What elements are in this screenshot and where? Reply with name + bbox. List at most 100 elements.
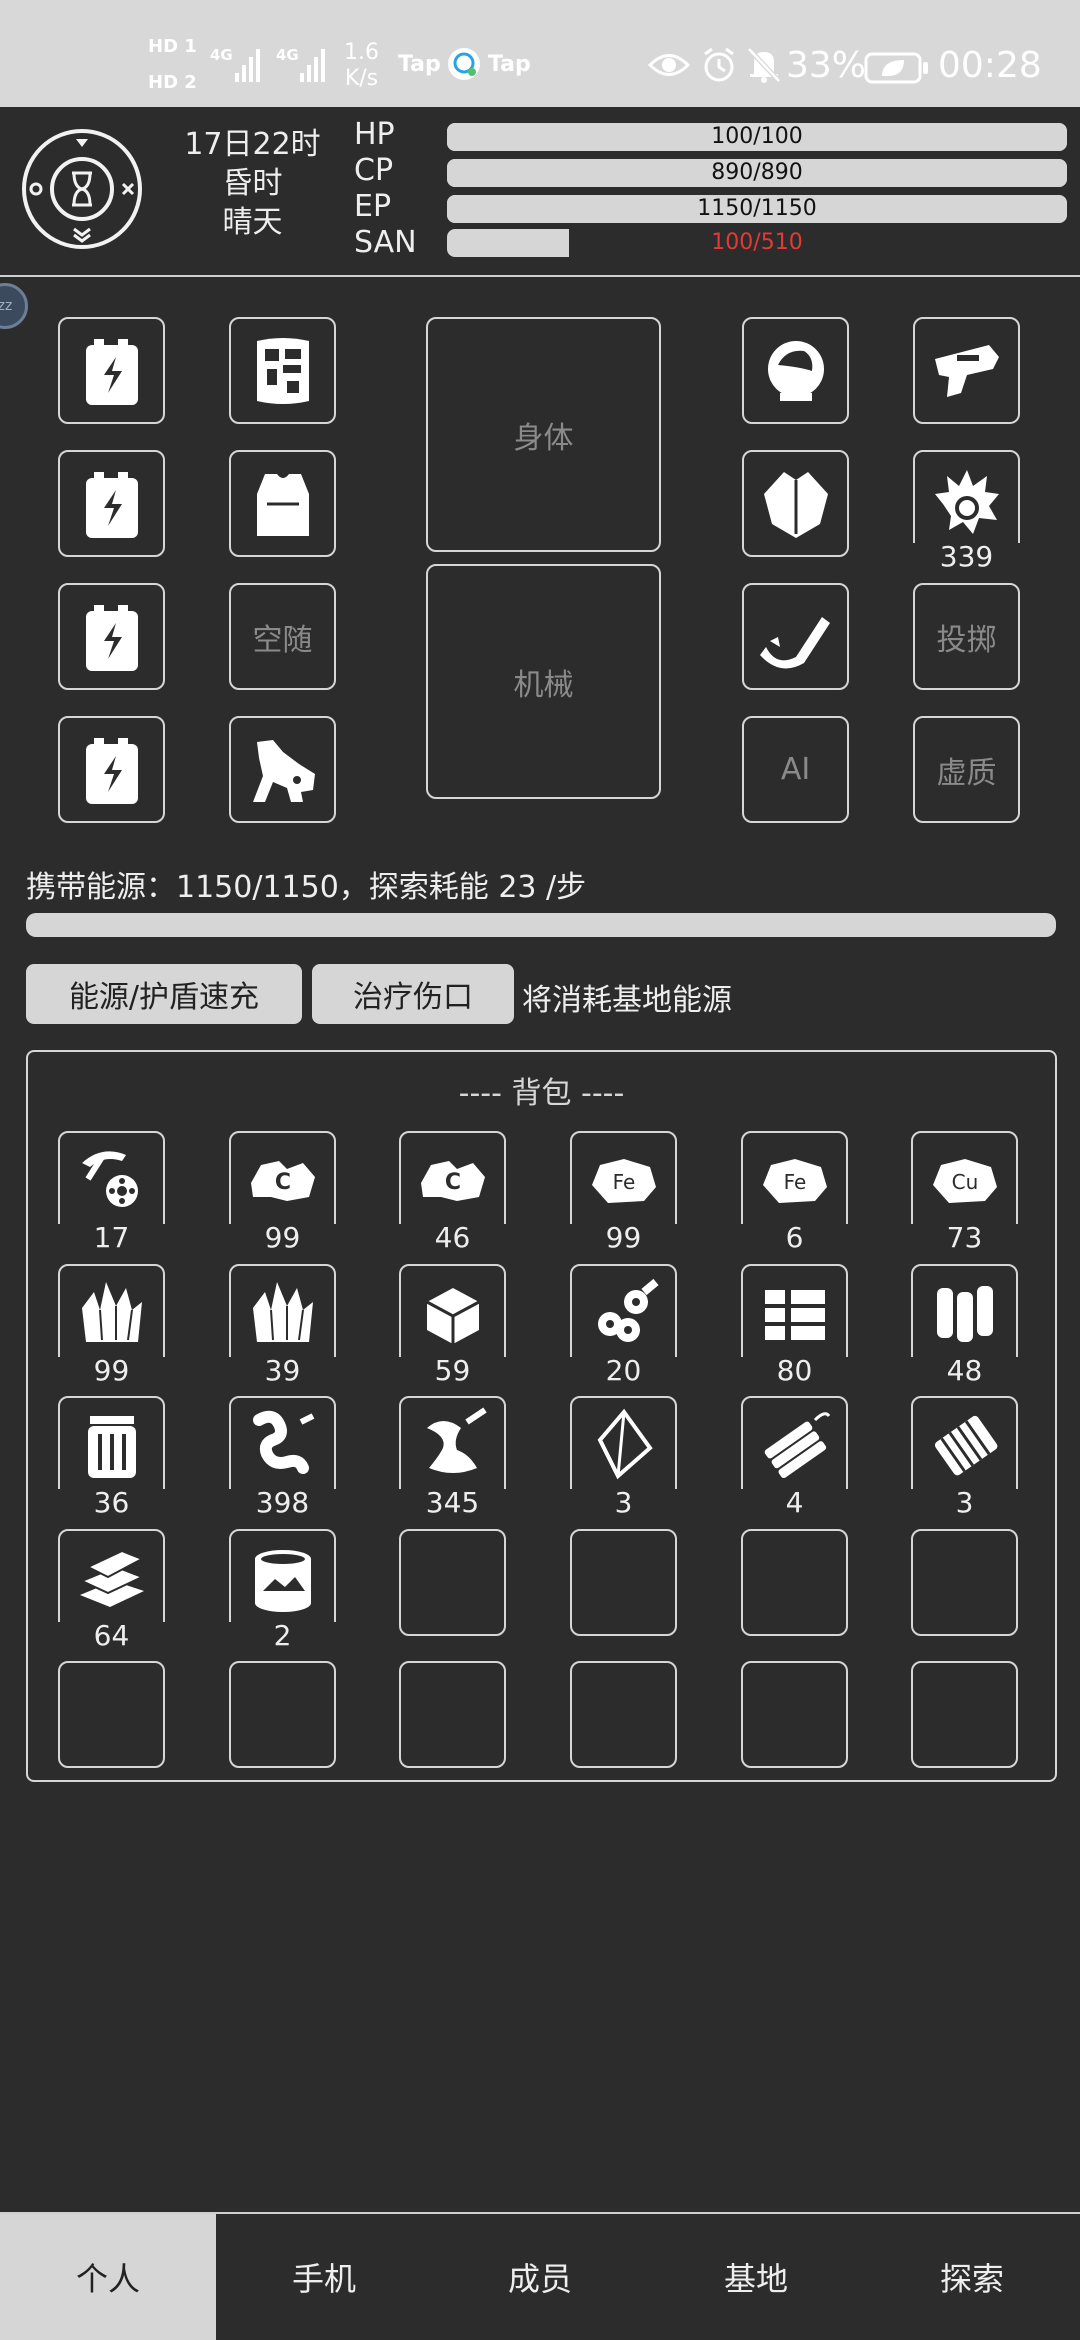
- battery-slot-3[interactable]: [58, 583, 165, 690]
- body-slot[interactable]: 身体: [426, 317, 661, 552]
- backpack-item-slot[interactable]: 2: [225, 1529, 340, 1650]
- backpack-item-slot[interactable]: 345: [395, 1396, 510, 1517]
- iron-ore-icon: Fe: [592, 1159, 656, 1203]
- tab-base[interactable]: 基地: [648, 2214, 864, 2340]
- chat-app-icon: [448, 48, 480, 80]
- hp-bar: 100/100: [447, 123, 1067, 151]
- backpack-empty-slot[interactable]: [911, 1529, 1018, 1636]
- item-count: 39: [225, 1357, 340, 1385]
- weather-label: 晴天: [222, 205, 283, 240]
- crystal-icon: [253, 1282, 313, 1342]
- heal-button[interactable]: 治疗伤口: [312, 964, 514, 1024]
- tap-app-label: Tap: [398, 52, 441, 77]
- backpack-item-slot[interactable]: Fe 99: [566, 1131, 681, 1252]
- backpack-empty-slot[interactable]: [229, 1661, 336, 1768]
- tap-app-label: Tap: [488, 52, 531, 77]
- backpack-item-slot[interactable]: 20: [566, 1264, 681, 1385]
- cp-bar: 890/890: [447, 159, 1067, 187]
- body-slot-label: 身体: [513, 420, 574, 456]
- backpack-item-slot[interactable]: 39: [225, 1264, 340, 1385]
- item-count: 48: [907, 1357, 1022, 1385]
- backpack-empty-slot[interactable]: [399, 1661, 506, 1768]
- backpack-item-slot[interactable]: C 99: [225, 1131, 340, 1252]
- backpack-item-slot[interactable]: 48: [907, 1264, 1022, 1385]
- backpack-slot[interactable]: [229, 450, 336, 557]
- san-label: SAN: [354, 225, 417, 260]
- tab-personal[interactable]: 个人: [0, 2214, 216, 2340]
- stat-labels: HP CP EP SAN: [354, 117, 417, 261]
- emblem-marks-icon: [29, 139, 135, 243]
- backpack-empty-slot[interactable]: [741, 1529, 848, 1636]
- floating-bubble[interactable]: zz: [0, 283, 28, 329]
- tab-phone[interactable]: 手机: [216, 2214, 432, 2340]
- backpack-item-slot[interactable]: 17: [54, 1131, 169, 1252]
- copper-ore-icon: Cu: [933, 1159, 997, 1203]
- san-value: 100/510: [711, 230, 803, 255]
- item-count: 4: [737, 1489, 852, 1517]
- item-count: 398: [225, 1489, 340, 1517]
- mechanical-slot[interactable]: 机械: [426, 564, 661, 799]
- void-slot[interactable]: 虚质: [913, 716, 1020, 823]
- belt-slot[interactable]: [742, 583, 849, 690]
- backpack-item-slot[interactable]: 99: [54, 1264, 169, 1385]
- backpack-empty-slot[interactable]: [741, 1661, 848, 1768]
- void-label: 虚质: [936, 755, 997, 791]
- throw-label: 投掷: [936, 622, 997, 658]
- backpack-empty-slot[interactable]: [570, 1529, 677, 1636]
- backpack-item-slot[interactable]: Fe 6: [737, 1131, 852, 1252]
- backpack-item-slot[interactable]: Cu 73: [907, 1131, 1022, 1252]
- backpack-empty-slot[interactable]: [399, 1529, 506, 1636]
- tab-explore[interactable]: 探索: [864, 2214, 1080, 2340]
- ai-slot[interactable]: AI: [742, 716, 849, 823]
- cost-note: 将消耗基地能源: [522, 983, 732, 1018]
- clock-time: 00:28: [938, 45, 1042, 86]
- backpack-item-slot[interactable]: 3: [907, 1396, 1022, 1517]
- backpack-item-slot[interactable]: 64: [54, 1529, 169, 1650]
- explosive-slot[interactable]: 339: [909, 450, 1024, 571]
- san-bar: 100/510: [447, 229, 1067, 257]
- hp-value: 100/100: [711, 124, 803, 149]
- throw-slot[interactable]: 投掷: [913, 583, 1020, 690]
- kongsui-slot[interactable]: 空随: [229, 583, 336, 690]
- backpack-item-slot[interactable]: 36: [54, 1396, 169, 1517]
- carbon-ore-icon: C: [251, 1161, 315, 1201]
- time-control-emblem[interactable]: [22, 129, 142, 249]
- signal-bars-icon: [235, 46, 260, 82]
- tab-members[interactable]: 成员: [432, 2214, 648, 2340]
- backpack-item-slot[interactable]: C 46: [395, 1131, 510, 1252]
- backpack-item-slot[interactable]: 3: [566, 1396, 681, 1517]
- companion-slot[interactable]: [229, 716, 336, 823]
- backpack-item-slot[interactable]: 80: [737, 1264, 852, 1385]
- backpack-item-slot[interactable]: 4: [737, 1396, 852, 1517]
- recharge-button[interactable]: 能源/护盾速充: [26, 964, 302, 1024]
- backpack-empty-slot[interactable]: [911, 1661, 1018, 1768]
- weapon-slot[interactable]: [913, 317, 1020, 424]
- energy-progress-bar: [26, 913, 1056, 937]
- ep-value: 1150/1150: [697, 196, 817, 221]
- battery-slot-1[interactable]: [58, 317, 165, 424]
- armor-vest-icon: [257, 474, 309, 536]
- item-count: 64: [54, 1622, 169, 1650]
- ingots-icon: [765, 1290, 825, 1340]
- shield-slot[interactable]: [229, 317, 336, 424]
- space-helmet-icon: [768, 341, 824, 401]
- network-speed: 1.6 K/s: [344, 40, 379, 92]
- battery-slot-4[interactable]: [58, 716, 165, 823]
- alarm-icon: [700, 46, 738, 88]
- svg-text:Fe: Fe: [784, 1170, 807, 1194]
- backpack-empty-slot[interactable]: [570, 1661, 677, 1768]
- item-count: 345: [395, 1489, 510, 1517]
- cp-label: CP: [354, 153, 394, 188]
- carbon-ore-icon: C: [421, 1161, 485, 1201]
- backpack-item-slot[interactable]: 398: [225, 1396, 340, 1517]
- backpack-empty-slot[interactable]: [58, 1661, 165, 1768]
- backpack-item-slot[interactable]: 59: [395, 1264, 510, 1385]
- battery-slot-2[interactable]: [58, 450, 165, 557]
- backpack-title: ---- 背包 ----: [458, 1076, 625, 1111]
- armor-slot[interactable]: [742, 450, 849, 557]
- helmet-slot[interactable]: [742, 317, 849, 424]
- item-count: 73: [907, 1224, 1022, 1252]
- battery-percent: 33%: [786, 45, 867, 86]
- status-bar: HD 1 HD 2 4G 4G 1.6 K/s Tap Tap 33% 00:2…: [0, 0, 1080, 107]
- item-count: 3: [566, 1489, 681, 1517]
